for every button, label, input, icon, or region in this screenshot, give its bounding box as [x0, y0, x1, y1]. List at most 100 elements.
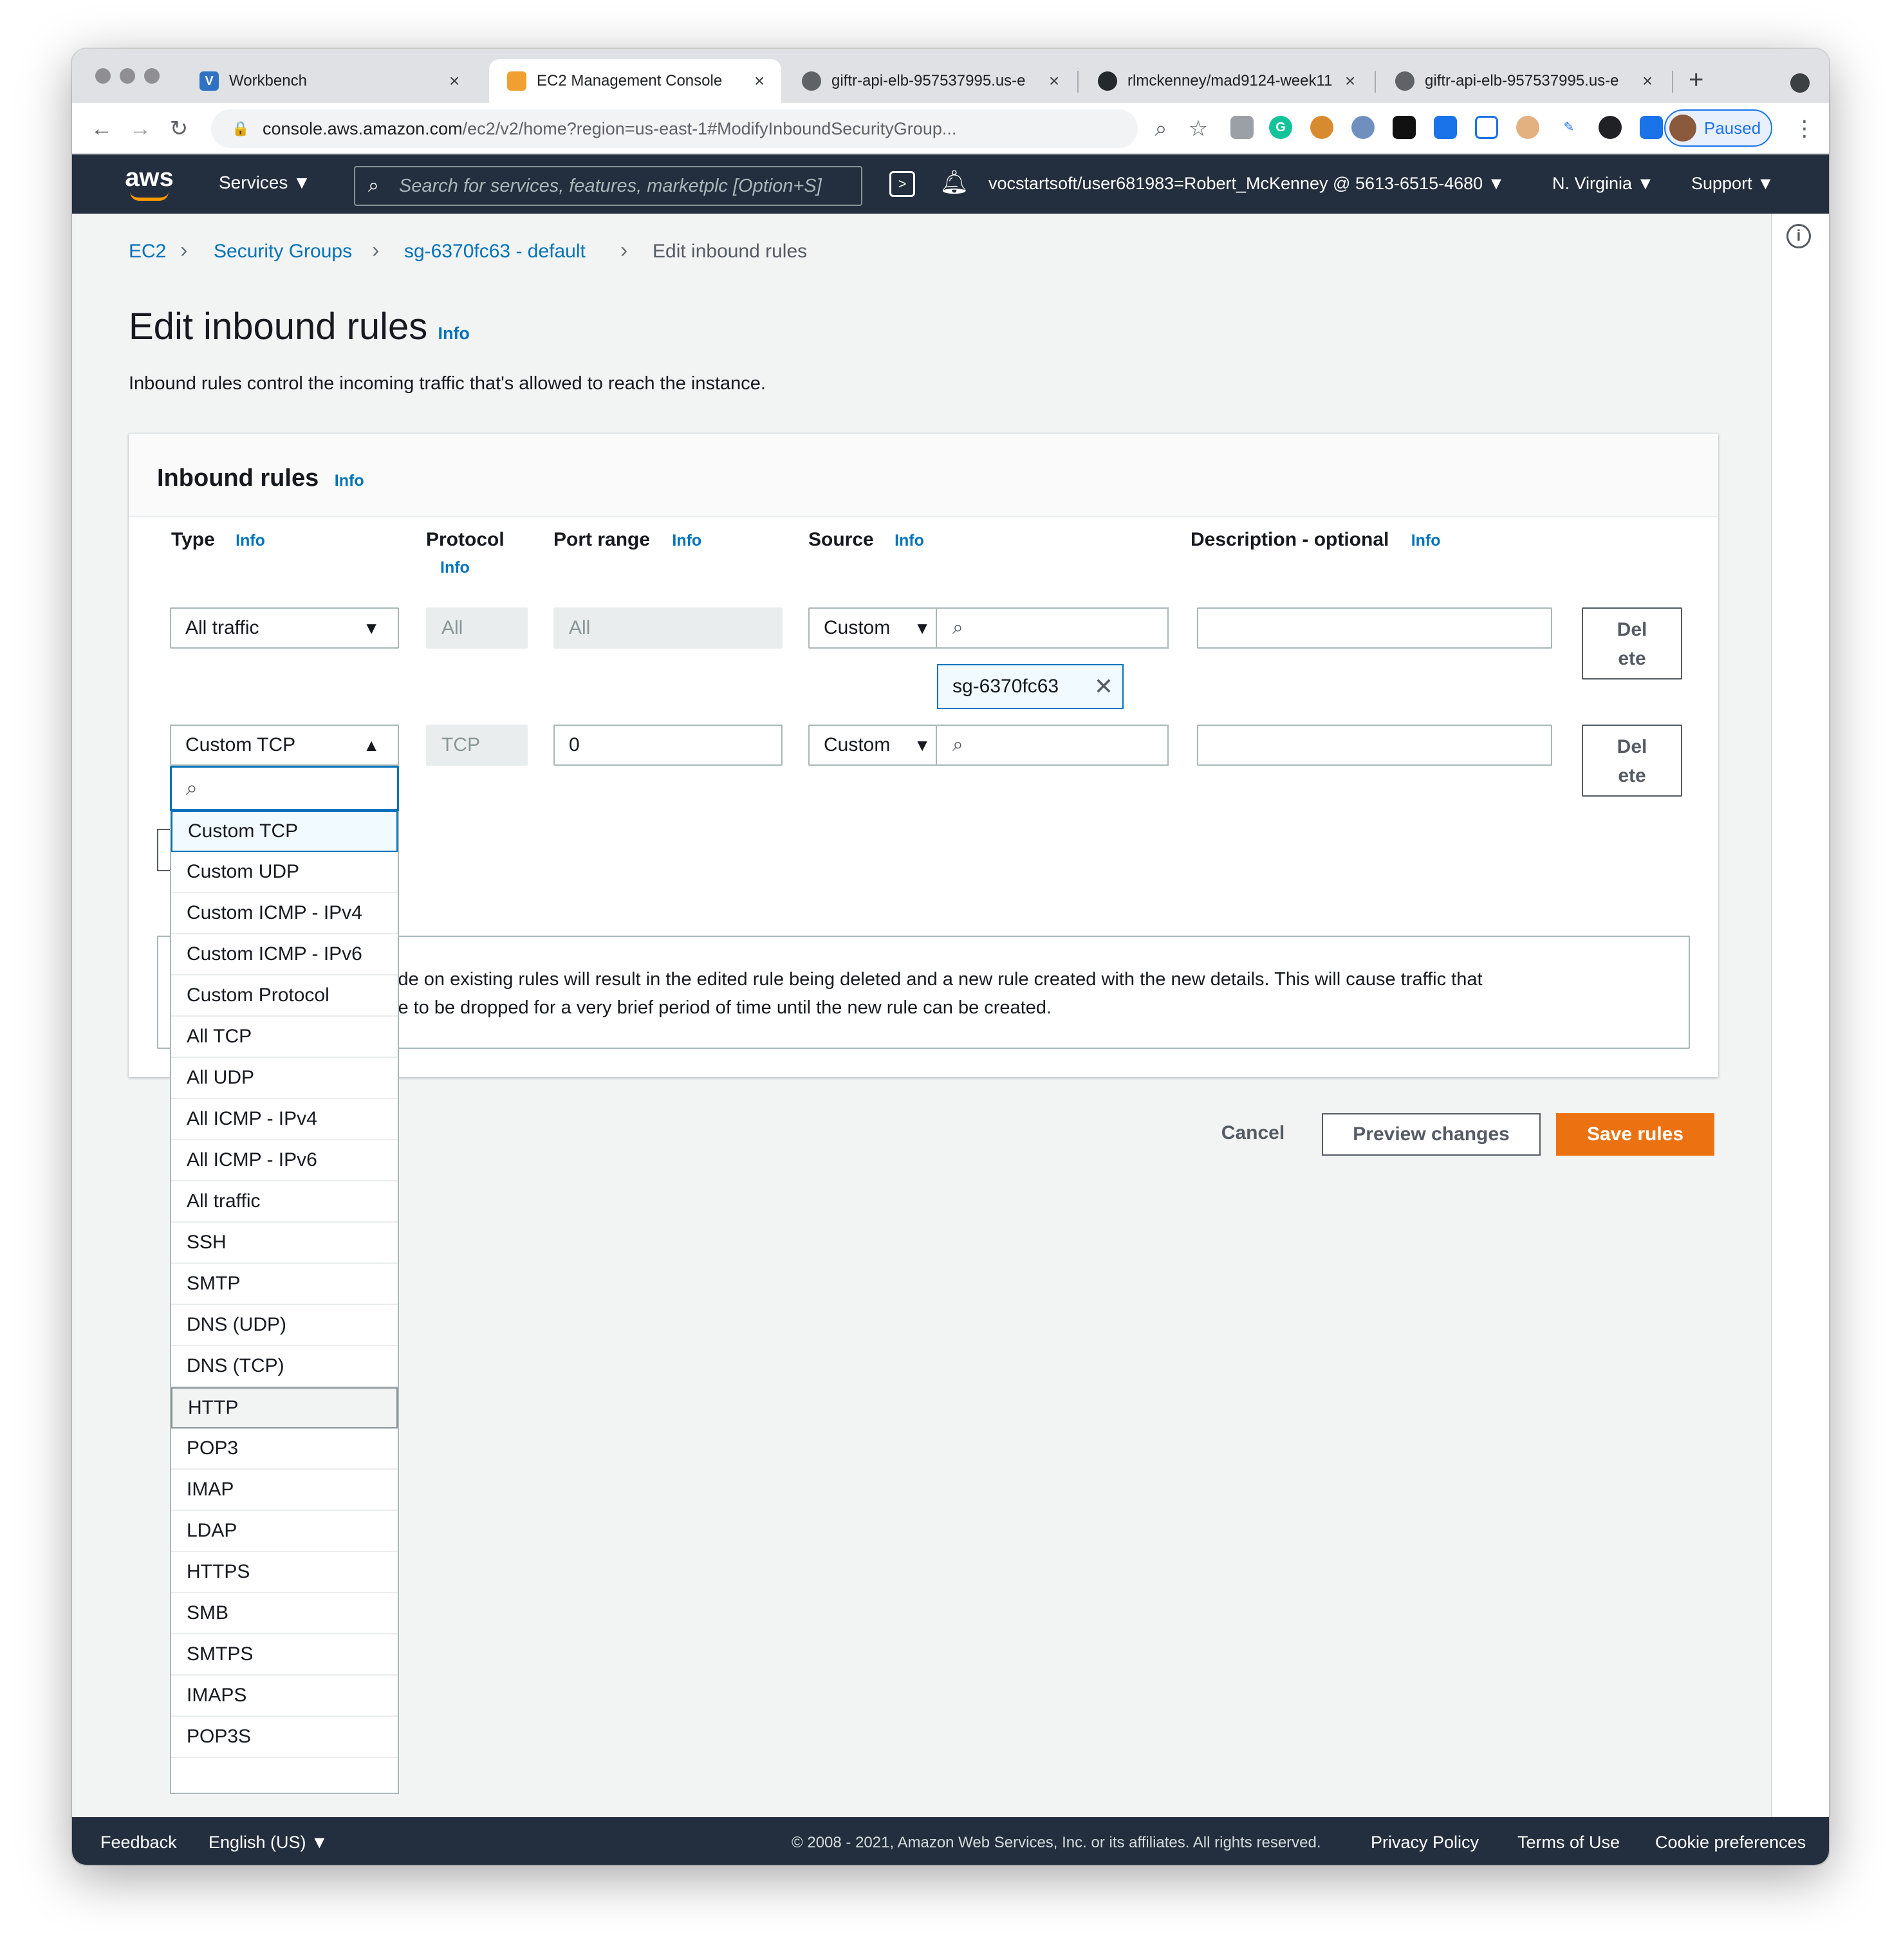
info-link[interactable]: Info [672, 532, 701, 550]
eyedropper-icon[interactable]: ✎ [1557, 116, 1581, 139]
reload-icon[interactable]: ↻ [166, 116, 192, 142]
region-menu[interactable]: N. Virginia ▼ [1552, 174, 1654, 194]
new-tab-button[interactable]: + [1689, 66, 1703, 95]
privacy-policy-link[interactable]: Privacy Policy [1371, 1833, 1479, 1853]
account-menu[interactable]: vocstartsoft/user681983=Robert_McKenney … [988, 174, 1505, 194]
type-option[interactable]: All traffic [171, 1181, 398, 1223]
notifications-bell-icon[interactable]: 🔔︎ [940, 169, 969, 196]
services-menu[interactable]: Services ▼ [219, 172, 311, 193]
type-option[interactable]: LDAP [171, 1511, 398, 1552]
type-option[interactable]: Custom ICMP - IPv4 [171, 893, 398, 934]
port-range-input[interactable]: 0 [553, 725, 783, 766]
description-input[interactable] [1197, 607, 1552, 649]
cookie-preferences-link[interactable]: Cookie preferences [1655, 1833, 1806, 1853]
panel-header [129, 434, 1718, 517]
extension-icon[interactable] [1640, 116, 1663, 139]
source-select[interactable]: Custom ▼ [808, 725, 937, 766]
delete-button[interactable]: Del ete [1582, 607, 1682, 680]
support-menu[interactable]: Support ▼ [1691, 174, 1774, 194]
extension-icon[interactable] [1516, 116, 1539, 139]
tab-search-icon[interactable] [1790, 73, 1810, 93]
type-option[interactable]: DNS (UDP) [171, 1305, 398, 1346]
cloudshell-icon[interactable]: > [889, 171, 915, 197]
info-link[interactable]: Info [236, 532, 265, 550]
close-icon[interactable]: ✕ [1094, 673, 1113, 700]
extension-icon[interactable] [1230, 116, 1254, 139]
info-link[interactable]: Info [895, 532, 924, 550]
source-search-input[interactable]: ⌕ [936, 725, 1169, 766]
extension-icon[interactable] [1434, 116, 1457, 139]
close-icon[interactable]: × [1635, 71, 1660, 91]
breadcrumb-ec2[interactable]: EC2 [129, 241, 166, 263]
browser-tab[interactable]: giftr-api-elb-957537995.us-e × [1377, 59, 1669, 103]
zoom-icon[interactable]: ⌕ [1148, 116, 1174, 142]
browser-menu-icon[interactable]: ⋮ [1792, 116, 1817, 142]
close-icon[interactable]: × [1041, 71, 1067, 91]
info-circle-icon[interactable]: i [1786, 224, 1811, 248]
type-option[interactable]: All ICMP - IPv6 [171, 1140, 398, 1181]
type-option[interactable]: SMTP [171, 1264, 398, 1305]
page-description: Inbound rules control the incoming traff… [129, 373, 766, 394]
type-option[interactable]: SMB [171, 1593, 398, 1634]
breadcrumb-security-group[interactable]: sg-6370fc63 - default [404, 241, 586, 263]
browser-tab[interactable]: rlmckenney/mad9124-week11 × [1080, 59, 1372, 103]
forward-arrow-icon[interactable]: → [127, 116, 153, 142]
type-option[interactable]: All ICMP - IPv4 [171, 1099, 398, 1140]
type-option[interactable]: IMAPS [171, 1676, 398, 1717]
terms-of-use-link[interactable]: Terms of Use [1517, 1833, 1620, 1853]
source-select[interactable]: Custom ▼ [808, 607, 937, 649]
close-icon[interactable]: × [1337, 71, 1363, 91]
type-option[interactable]: IMAP [171, 1470, 398, 1511]
extension-icon[interactable] [1393, 116, 1416, 139]
info-link[interactable]: Info [1411, 532, 1441, 550]
extension-icon[interactable] [1475, 116, 1498, 139]
profile-button[interactable]: Paused [1664, 109, 1772, 147]
type-option[interactable]: Custom ICMP - IPv6 [171, 934, 398, 975]
extension-icon[interactable] [1351, 116, 1375, 139]
language-select[interactable]: English (US) ▼ [209, 1833, 328, 1853]
type-option[interactable]: DNS (TCP) [171, 1346, 398, 1387]
info-link[interactable]: Info [335, 472, 364, 490]
close-window-dot[interactable] [95, 68, 111, 84]
browser-tab-active[interactable]: EC2 Management Console × [489, 59, 781, 103]
close-icon[interactable]: × [441, 71, 467, 91]
type-option[interactable]: SSH [171, 1223, 398, 1264]
description-input[interactable] [1197, 725, 1552, 766]
type-option[interactable]: Custom TCP [171, 811, 398, 852]
source-search-input[interactable]: ⌕ [936, 607, 1169, 649]
type-option[interactable]: Custom Protocol [171, 975, 398, 1017]
type-option[interactable]: All TCP [171, 1017, 398, 1058]
type-option[interactable]: HTTPS [171, 1552, 398, 1593]
delete-button[interactable]: Del ete [1582, 725, 1682, 797]
type-option[interactable]: Custom UDP [171, 852, 398, 893]
save-rules-button[interactable]: Save rules [1556, 1113, 1714, 1156]
type-filter-input[interactable]: ⌕ [170, 766, 399, 811]
browser-tab[interactable]: giftr-api-elb-957537995.us-e × [784, 59, 1076, 103]
browser-tab[interactable]: V Workbench × [181, 59, 476, 103]
address-bar[interactable]: 🔒 console.aws.amazon.com/ec2/v2/home?reg… [211, 109, 1138, 148]
breadcrumb-security-groups[interactable]: Security Groups [214, 241, 352, 263]
grammarly-icon[interactable]: G [1269, 116, 1292, 139]
preview-changes-button[interactable]: Preview changes [1322, 1113, 1541, 1156]
cookie-icon[interactable] [1310, 116, 1333, 139]
info-link[interactable]: Info [438, 324, 469, 343]
type-option[interactable]: SMTPS [171, 1634, 398, 1676]
type-select[interactable]: All traffic ▼ [170, 607, 399, 649]
aws-search-input[interactable]: ⌕ Search for services, features, marketp… [354, 166, 862, 206]
tab-separator [1672, 71, 1673, 93]
maximize-window-dot[interactable] [144, 68, 160, 84]
feedback-link[interactable]: Feedback [100, 1833, 177, 1853]
type-option[interactable]: All UDP [171, 1058, 398, 1099]
bookmark-star-icon[interactable]: ☆ [1185, 116, 1211, 142]
back-arrow-icon[interactable]: ← [89, 116, 115, 142]
type-option[interactable]: POP3S [171, 1717, 398, 1758]
dark-mode-icon[interactable] [1599, 116, 1622, 139]
aws-logo[interactable]: aws [124, 163, 175, 202]
info-link[interactable]: Info [440, 559, 470, 577]
close-icon[interactable]: × [746, 71, 772, 91]
minimize-window-dot[interactable] [120, 68, 135, 84]
type-select[interactable]: Custom TCP ▲ [170, 725, 399, 766]
type-option[interactable]: POP3 [171, 1428, 398, 1470]
cancel-button[interactable]: Cancel [1211, 1112, 1295, 1154]
type-option[interactable]: HTTP [171, 1387, 398, 1428]
